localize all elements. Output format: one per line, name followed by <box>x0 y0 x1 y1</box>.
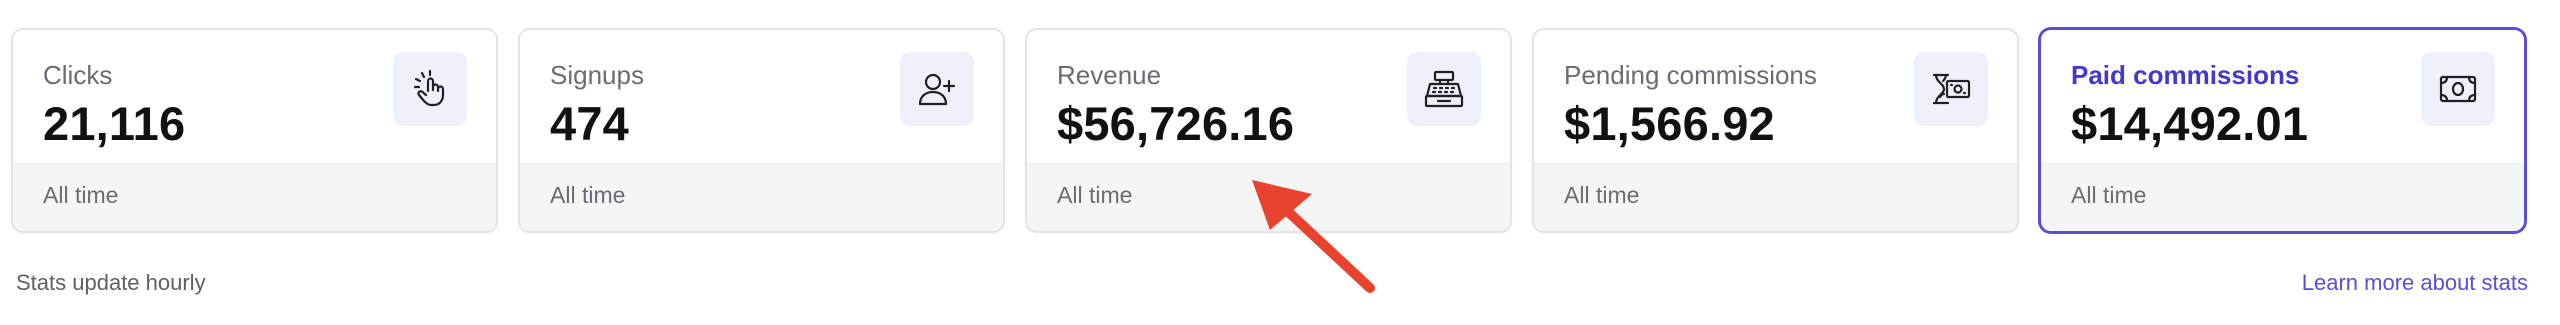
stat-card-pending-commissions[interactable]: Pending commissions $1,566.92 All time <box>1532 28 2019 233</box>
stat-label: Pending commissions <box>1564 60 1817 90</box>
stat-cards: Clicks 21,116 All time Signups 474 All t… <box>11 28 2526 233</box>
stats-update-note: Stats update hourly <box>16 270 206 295</box>
stat-card-clicks[interactable]: Clicks 21,116 All time <box>11 28 498 233</box>
stat-footer: All time <box>2041 163 2524 231</box>
stat-card-body: Revenue $56,726.16 <box>1027 30 1510 166</box>
stat-card-body: Clicks 21,116 <box>13 30 496 166</box>
stat-label: Paid commissions <box>2071 60 2300 90</box>
stat-period: All time <box>550 182 626 208</box>
money-hourglass-icon <box>1914 52 1988 126</box>
stat-card-signups[interactable]: Signups 474 All time <box>518 28 1005 233</box>
stat-value: 21,116 <box>43 97 186 150</box>
stat-period: All time <box>1057 182 1133 208</box>
cash-register-icon <box>1407 52 1481 126</box>
stat-label: Revenue <box>1057 60 1162 90</box>
stat-card-body: Signups 474 <box>520 30 1003 166</box>
stat-card-paid-commissions[interactable]: Paid commissions $14,492.01 All time <box>2039 28 2526 233</box>
stat-footer: All time <box>1027 163 1510 231</box>
stat-footer: All time <box>520 163 1003 231</box>
stat-footer: All time <box>1534 163 2017 231</box>
stat-value: 474 <box>550 97 630 150</box>
stat-value: $56,726.16 <box>1057 97 1295 150</box>
stat-period: All time <box>1564 182 1640 208</box>
stat-card-body: Pending commissions $1,566.92 <box>1534 30 2017 166</box>
stat-value: $1,566.92 <box>1564 97 1775 150</box>
banknote-icon <box>2421 52 2495 126</box>
stat-card-revenue[interactable]: Revenue $56,726.16 All time <box>1025 28 1512 233</box>
stat-label: Signups <box>550 60 644 90</box>
stats-panel: Clicks 21,116 All time Signups 474 All t… <box>0 0 2560 325</box>
stat-period: All time <box>2071 182 2147 208</box>
stat-value: $14,492.01 <box>2071 97 2309 150</box>
user-plus-icon <box>900 52 974 126</box>
stat-footer: All time <box>13 163 496 231</box>
stat-label: Clicks <box>43 60 113 90</box>
stat-period: All time <box>43 182 119 208</box>
stat-card-body: Paid commissions $14,492.01 <box>2041 30 2524 166</box>
pointer-click-icon <box>393 52 467 126</box>
learn-more-link[interactable]: Learn more about stats <box>2302 270 2528 296</box>
